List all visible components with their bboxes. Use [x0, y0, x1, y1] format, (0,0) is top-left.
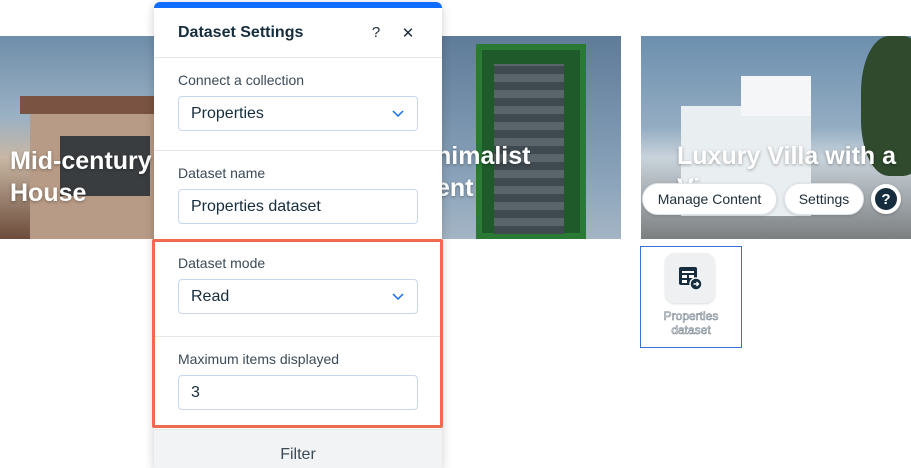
max-items-section: Maximum items displayed 3 — [154, 337, 442, 430]
dataset-mode-value: Read — [191, 287, 230, 305]
help-icon[interactable]: ? — [366, 23, 386, 43]
card-title-minimalist: nimalist ent — [436, 142, 531, 202]
max-items-label: Maximum items displayed — [178, 351, 340, 367]
chevron-down-icon — [391, 107, 405, 121]
house-roof — [20, 96, 160, 114]
villa-upper — [741, 76, 811, 116]
help-icon: ? — [875, 188, 897, 210]
dataset-settings-panel: Dataset Settings ? ✕ Connect a collectio… — [154, 2, 442, 468]
dataset-name-section: Dataset name Properties dataset — [154, 151, 442, 241]
filter-section[interactable]: Filter — [154, 430, 442, 468]
max-items-input[interactable]: 3 — [178, 375, 418, 410]
collection-label: Connect a collection — [178, 72, 305, 88]
collection-dropdown[interactable]: Properties — [178, 96, 418, 131]
dataset-icon — [665, 253, 715, 303]
dataset-name-input[interactable]: Properties dataset — [178, 189, 418, 224]
dataset-name-label: Dataset name — [178, 165, 266, 181]
gallery-card-minimalist[interactable] — [436, 36, 621, 239]
dataset-mode-label: Dataset mode — [178, 255, 266, 271]
panel-header: Dataset Settings ? ✕ — [154, 8, 442, 58]
dataset-name-value: Properties dataset — [191, 197, 321, 215]
manage-content-button[interactable]: Manage Content — [642, 183, 777, 215]
collection-value: Properties — [191, 104, 264, 122]
dataset-mode-section: Dataset mode Read — [154, 241, 442, 337]
chevron-down-icon — [391, 290, 405, 304]
panel-title: Dataset Settings — [178, 23, 304, 41]
card-title-mid-century: Mid-century House — [10, 147, 152, 207]
dataset-label: Properties dataset — [663, 309, 719, 338]
settings-button[interactable]: Settings — [784, 183, 864, 215]
dataset-element[interactable]: Properties dataset — [640, 246, 742, 348]
editor-canvas: Mid-century House nimalist ent Luxury Vi… — [0, 0, 911, 468]
dataset-mode-dropdown[interactable]: Read — [178, 279, 418, 314]
collection-section: Connect a collection Properties — [154, 58, 442, 151]
max-items-value: 3 — [191, 383, 200, 401]
help-button[interactable]: ? — [871, 184, 901, 214]
close-icon[interactable]: ✕ — [398, 23, 418, 43]
